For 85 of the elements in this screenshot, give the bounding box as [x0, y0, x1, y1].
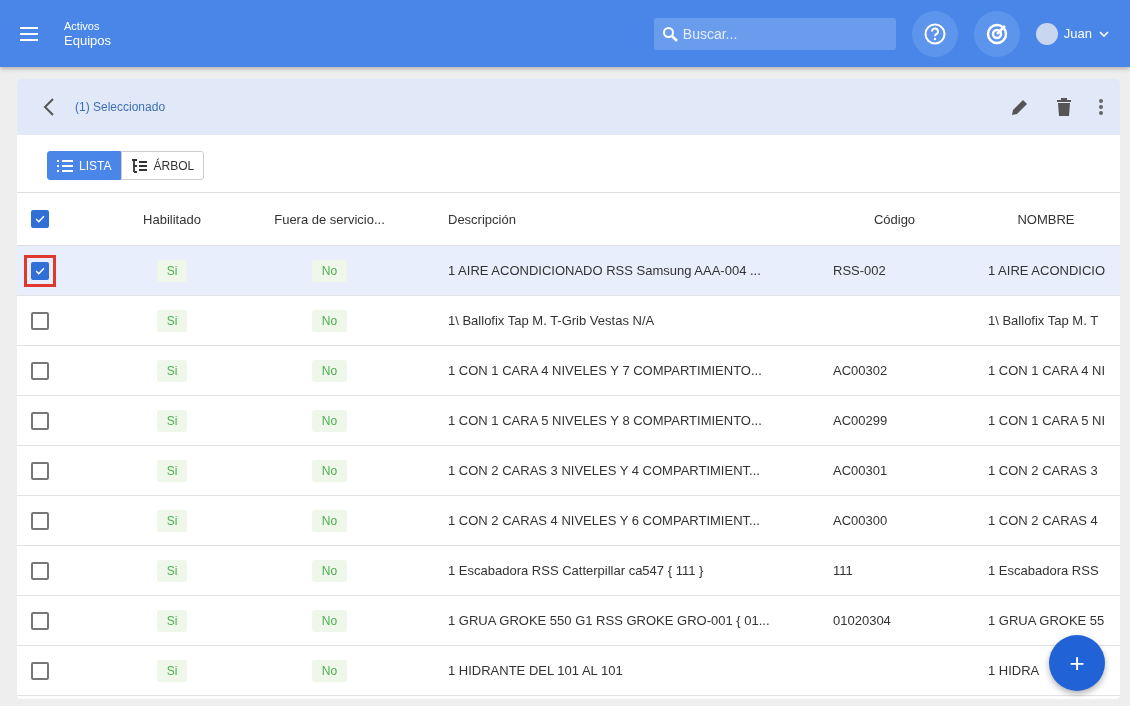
- table-cell: 1\ Ballofix Tap M. T: [988, 313, 1099, 328]
- select-all-checkbox[interactable]: [31, 210, 49, 228]
- column-header[interactable]: NOMBRE: [1017, 211, 1075, 227]
- table-cell: 1 CON 1 CARA 5 NI: [988, 413, 1106, 428]
- table-row[interactable]: Si No 1 Escabadora RSS Catterpillar ca547 { 111 } 111 1 Escabadora RSS: [17, 546, 1120, 596]
- row-checkbox[interactable]: [31, 561, 49, 580]
- view-tab[interactable]: ÁRBOL: [121, 151, 205, 180]
- row-checkbox[interactable]: [31, 611, 49, 630]
- table-cell: 111: [833, 563, 853, 578]
- table-cell: RSS-002: [833, 263, 886, 278]
- avatar-icon: [1035, 22, 1058, 45]
- row-checkbox[interactable]: [31, 661, 49, 680]
- column-header[interactable]: Descripción: [448, 211, 516, 227]
- row-checkbox[interactable]: [31, 511, 49, 530]
- add-button[interactable]: +: [1049, 635, 1105, 691]
- table-cell: AC00301: [833, 463, 888, 478]
- status-badge: Si: [156, 659, 188, 682]
- table-cell: 1 GRUA GROKE 55: [988, 613, 1105, 628]
- status-badge: Si: [156, 309, 188, 332]
- table-cell: 1\ Ballofix Tap M. T-Grib Vestas N/A: [448, 313, 655, 328]
- table-cell: 1 Escabadora RSS: [988, 563, 1099, 578]
- status-badge: No: [311, 409, 348, 432]
- view-tab[interactable]: LISTA: [47, 151, 122, 180]
- column-header[interactable]: Fuera de servicio...: [274, 211, 385, 227]
- row-checkbox[interactable]: [31, 261, 49, 280]
- status-badge: No: [311, 459, 348, 482]
- status-badge: No: [311, 309, 348, 332]
- table-cell: 1 CON 2 CARAS 4 NIVELES Y 6 COMPARTIMIENT...: [448, 513, 760, 528]
- status-badge: No: [311, 259, 348, 282]
- table-cell: 1 CON 2 CARAS 3 NIVELES Y 4 COMPARTIMIENT...: [448, 463, 760, 478]
- status-badge: Si: [156, 359, 188, 382]
- status-badge: No: [311, 359, 348, 382]
- table-row[interactable]: Si No 1\ Ballofix Tap M. T-Grib Vestas N/A 1\ Ballofix Tap M. T: [17, 296, 1120, 346]
- user-menu[interactable]: Juan: [1035, 22, 1110, 45]
- row-checkbox[interactable]: [31, 461, 49, 480]
- search-field[interactable]: Buscar...: [653, 17, 896, 50]
- table-cell: AC00300: [833, 513, 888, 528]
- help-icon: [922, 21, 947, 46]
- status-badge: No: [311, 609, 348, 632]
- table-cell: 1 CON 1 CARA 5 NIVELES Y 8 COMPARTIMIENTO...: [448, 413, 762, 428]
- more-button[interactable]: [1098, 98, 1104, 116]
- delete-button[interactable]: [1056, 97, 1072, 117]
- chevron-down-icon: [1098, 29, 1110, 38]
- table-row[interactable]: Si No 1 CON 1 CARA 5 NIVELES Y 8 COMPARTIMIENTO... AC00299 1 CON 1 CARA 5 NI: [17, 396, 1120, 446]
- status-badge: No: [311, 509, 348, 532]
- column-header[interactable]: Habilitado: [143, 211, 201, 227]
- status-badge: No: [311, 559, 348, 582]
- table-cell: 1 CON 1 CARA 4 NI: [988, 363, 1106, 378]
- table-cell: 1 HIDRANTE DEL 101 AL 101: [448, 663, 623, 678]
- table-row[interactable]: Si No 1 CON 1 CARA 4 NIVELES Y 7 COMPARTIMIENTO... AC00302 1 CON 1 CARA 4 NI: [17, 346, 1120, 396]
- status-badge: Si: [156, 459, 188, 482]
- target-icon: [984, 21, 1009, 46]
- table-cell: 1 HIDRA: [988, 663, 1040, 678]
- table-cell: 1 AIRE ACONDICIONADO RSS Samsung AAA-004 ...: [448, 263, 761, 278]
- status-badge: No: [311, 659, 348, 682]
- status-badge: Si: [156, 559, 188, 582]
- table-row[interactable]: Si No 1 AIRE ACONDICIONADO RSS Samsung AAA-004 ... RSS-002 1 AIRE ACONDICIO: [17, 246, 1120, 296]
- table-cell: 1 AIRE ACONDICIO: [988, 263, 1106, 278]
- tree-icon: [131, 158, 148, 173]
- table-cell: 1 CON 1 CARA 4 NIVELES Y 7 COMPARTIMIENTO...: [448, 363, 762, 378]
- table-row[interactable]: Si No 1 CON 2 CARAS 4 NIVELES Y 6 COMPARTIMIENT... AC00300 1 CON 2 CARAS 4: [17, 496, 1120, 546]
- back-icon[interactable]: [43, 97, 55, 117]
- status-badge: Si: [156, 509, 188, 532]
- column-header[interactable]: Código: [873, 211, 916, 227]
- menu-icon[interactable]: [20, 26, 38, 41]
- row-checkbox[interactable]: [31, 311, 49, 330]
- table-cell: AC00299: [833, 413, 888, 428]
- table-cell: 1 CON 2 CARAS 4: [988, 513, 1098, 528]
- search-icon: [661, 25, 678, 42]
- row-checkbox[interactable]: [31, 411, 49, 430]
- table-cell: 1 GRUA GROKE 550 G1 RSS GROKE GRO-001 { 01...: [448, 613, 770, 628]
- table-cell: AC00302: [833, 363, 888, 378]
- table-cell: 1 Escabadora RSS Catterpillar ca547 { 111 }: [448, 563, 704, 578]
- selection-count: (1) Seleccionado: [75, 100, 166, 114]
- breadcrumb-parent[interactable]: Activos: [64, 19, 111, 32]
- table-cell: 01020304: [833, 613, 891, 628]
- row-checkbox[interactable]: [31, 361, 49, 380]
- table-row[interactable]: Si No 1 CON 2 CARAS 3 NIVELES Y 4 COMPARTIMIENT... AC00301 1 CON 2 CARAS 3: [17, 446, 1120, 496]
- status-badge: Si: [156, 259, 188, 282]
- page-title: Equipos: [64, 32, 111, 48]
- table-cell: 1 CON 2 CARAS 3: [988, 463, 1098, 478]
- edit-button[interactable]: [1010, 97, 1030, 117]
- status-badge: Si: [156, 609, 188, 632]
- list-icon: [57, 159, 73, 172]
- status-badge: Si: [156, 409, 188, 432]
